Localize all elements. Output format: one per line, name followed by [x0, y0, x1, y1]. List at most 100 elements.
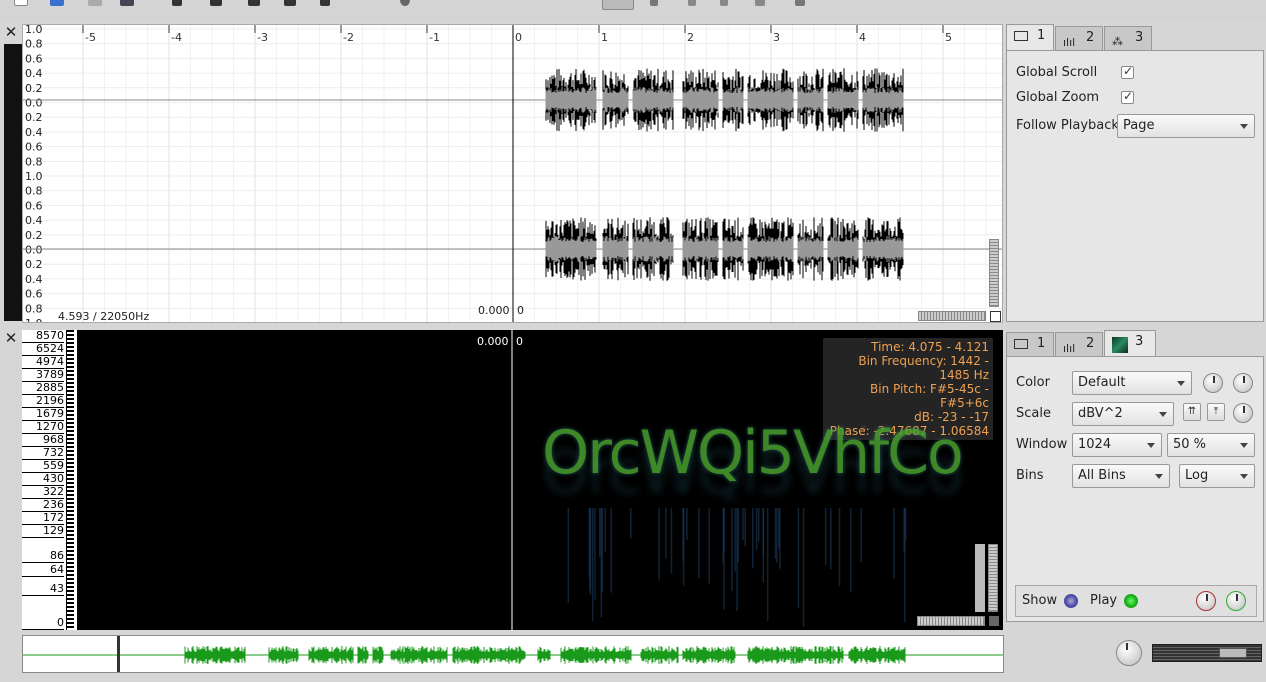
playback-speed-slider[interactable] — [1152, 644, 1262, 662]
tab-1[interactable]: 1 — [1006, 24, 1054, 52]
master-volume-knob[interactable] — [1116, 640, 1142, 666]
tab-label: 3 — [1135, 334, 1144, 349]
scale-select[interactable]: dBV^2 — [1072, 402, 1174, 426]
color-label: Color — [1016, 375, 1050, 390]
rewind-start-icon[interactable] — [172, 0, 182, 6]
tab-2[interactable]: ılıl 2 — [1055, 26, 1103, 50]
piano-key — [67, 558, 74, 560]
spec-playhead-time: 0.000 — [477, 335, 509, 348]
edit-tool-icon[interactable] — [720, 0, 728, 6]
piano-key — [67, 522, 74, 524]
close-pane-bottom-icon[interactable]: ✕ — [3, 330, 19, 346]
spec-zoom-reset-button[interactable] — [989, 616, 999, 626]
show-toggle[interactable] — [1064, 594, 1078, 608]
close-pane-top-icon[interactable]: ✕ — [3, 24, 19, 40]
global-zoom-checkbox[interactable] — [1121, 89, 1134, 104]
spectral-streak — [903, 508, 905, 552]
amplitude-tick-label: 0.6 — [25, 141, 43, 154]
draw-tool-icon[interactable] — [755, 0, 765, 6]
gain-knob[interactable] — [1233, 403, 1253, 423]
play-label: Play — [1090, 593, 1118, 608]
tab-3[interactable]: 3 — [1104, 330, 1156, 358]
color-rotation-knob[interactable] — [1203, 373, 1223, 393]
piano-key — [67, 466, 74, 468]
new-icon[interactable] — [14, 0, 28, 6]
normalize-columns-button[interactable]: ⇈ — [1183, 403, 1201, 421]
window-size-select[interactable]: 1024 — [1072, 433, 1162, 457]
spectral-streak — [670, 508, 673, 574]
color-value: Default — [1078, 375, 1126, 390]
tab-label: 1 — [1037, 28, 1046, 43]
color-threshold-knob[interactable] — [1233, 373, 1253, 393]
fast-forward-icon[interactable] — [284, 0, 296, 6]
speed-slider-handle[interactable] — [1219, 648, 1247, 658]
bins-select[interactable]: All Bins — [1072, 464, 1170, 488]
waveform-channel-1-rms — [747, 87, 794, 113]
play-icon[interactable] — [248, 0, 260, 6]
piano-key — [67, 430, 74, 432]
tab-1[interactable]: 1 — [1006, 332, 1054, 356]
spec-vertical-zoom-slider[interactable] — [988, 544, 998, 612]
tab-2[interactable]: ılıl 2 — [1055, 332, 1103, 356]
spectrogram-pane[interactable]: 8570 6524 4974 3789 2885 2196 1679 1270 968 732 55… — [22, 330, 1003, 630]
view-tab-body: Global Scroll Global Zoom Follow Playbac… — [1006, 50, 1264, 322]
open-icon[interactable] — [50, 0, 64, 6]
piano-key — [67, 570, 74, 572]
play-pan-knob[interactable] — [1226, 591, 1246, 611]
spectral-streak — [610, 508, 612, 593]
piano-key — [67, 546, 74, 548]
global-scroll-checkbox[interactable] — [1121, 64, 1134, 79]
select-tool-icon[interactable] — [650, 0, 658, 6]
tab-3[interactable]: ⁂ 3 — [1104, 26, 1152, 50]
overview-pane[interactable] — [22, 635, 1004, 673]
waveform-pane[interactable]: 1.0 0.8 0.6 0.4 0.2 0.0 0.2 0.4 0.6 0.8 1.0 0.8 0.6 0… — [22, 24, 1003, 323]
rewind-icon[interactable] — [210, 0, 222, 6]
chevron-down-icon — [1147, 443, 1155, 448]
amplitude-tick-label: 0.2 — [25, 82, 43, 95]
frequency-scale: 8570 6524 4974 3789 2885 2196 1679 1270 968 732 55… — [22, 330, 66, 630]
frequency-scale-select[interactable]: Log — [1179, 464, 1255, 488]
normalize-visible-button[interactable]: ⤒ — [1207, 403, 1225, 421]
spectral-streak — [904, 508, 907, 541]
spec-gain-slider[interactable] — [975, 544, 985, 612]
spectral-streak — [757, 508, 760, 542]
spectral-streak — [778, 508, 780, 548]
overview-waveform — [372, 646, 384, 664]
piano-key — [67, 614, 74, 616]
piano-key — [67, 494, 74, 496]
frequency-tick-label: 86 — [22, 550, 64, 563]
amplitude-tick-label: 0.8 — [25, 155, 43, 168]
erase-tool-icon[interactable] — [795, 0, 805, 6]
zoom-reset-button[interactable] — [990, 311, 1001, 322]
navigate-tool-icon[interactable] — [602, 0, 634, 10]
save-as-icon[interactable] — [120, 0, 134, 6]
ruler-tick-label: 0 — [515, 31, 522, 44]
spec-playhead-frame: 0 — [516, 335, 523, 348]
move-tool-icon[interactable] — [688, 0, 696, 6]
follow-playback-select[interactable]: Page — [1117, 114, 1255, 138]
spec-horizontal-zoom-slider[interactable] — [917, 616, 985, 626]
piano-key — [67, 562, 74, 564]
piano-key — [67, 382, 74, 384]
forward-end-icon[interactable] — [320, 0, 330, 6]
horizontal-zoom-slider[interactable] — [918, 311, 986, 321]
waveform-canvas: 1.00.80.60.40.20.00.20.40.60.81.00.80.60… — [23, 25, 1002, 322]
save-icon[interactable] — [88, 0, 102, 6]
chevron-down-icon — [1240, 474, 1248, 479]
piano-key — [67, 594, 74, 596]
piano-key — [67, 370, 74, 372]
piano-key — [67, 482, 74, 484]
piano-key — [67, 506, 74, 508]
window-overlap-select[interactable]: 50 % — [1167, 433, 1255, 457]
piano-key — [67, 470, 74, 472]
overview-waveform — [537, 646, 551, 664]
vertical-zoom-slider[interactable] — [989, 239, 999, 307]
loop-icon[interactable] — [400, 0, 410, 6]
spectral-streak — [665, 508, 667, 559]
play-gain-knob[interactable] — [1196, 591, 1216, 611]
play-toggle[interactable] — [1124, 594, 1138, 608]
spectral-streak — [742, 508, 744, 541]
color-select[interactable]: Default — [1072, 371, 1192, 395]
piano-key — [67, 550, 74, 552]
piano-key — [67, 354, 74, 356]
